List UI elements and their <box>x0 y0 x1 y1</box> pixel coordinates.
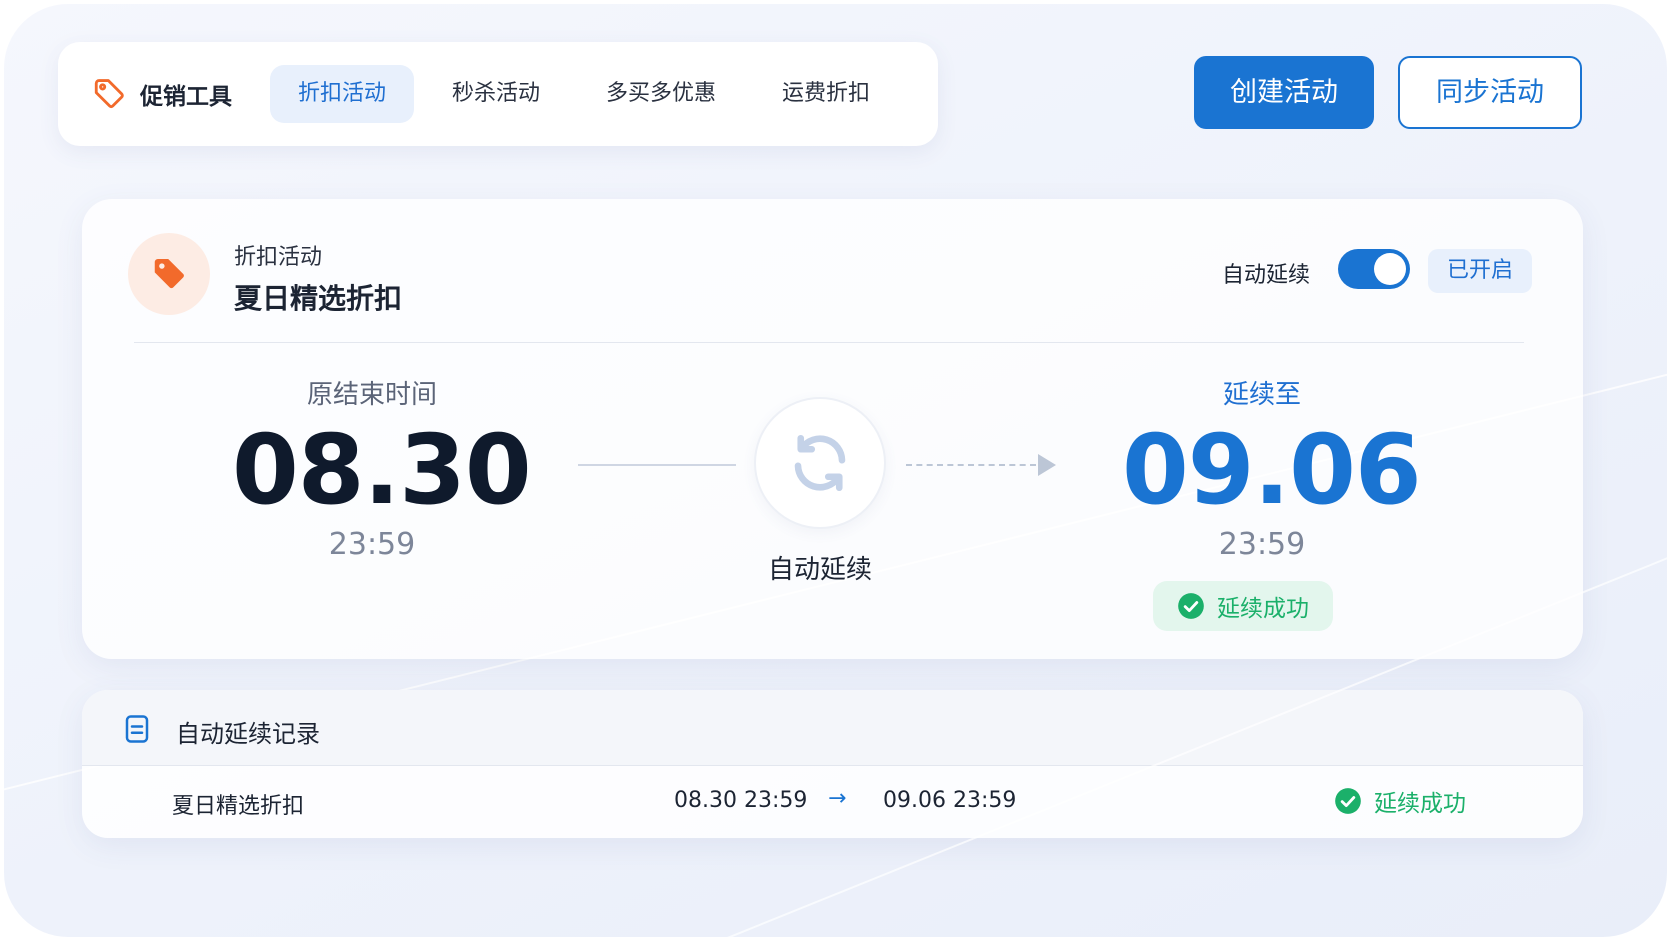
original-end-time: 原结束时间 08.30 23:59 <box>232 374 532 562</box>
toggle-knob <box>1374 253 1406 285</box>
activity-avatar <box>128 233 210 315</box>
promo-tools-nav: 促销工具 折扣活动 秒杀活动 多买多优惠 运费折扣 <box>58 42 938 146</box>
sync-activity-button[interactable]: 同步活动 <box>1398 56 1582 129</box>
connector-dashed-line <box>906 464 1036 466</box>
tab-discount[interactable]: 折扣活动 <box>270 65 415 123</box>
activity-name: 夏日精选折扣 <box>234 282 403 315</box>
nav-brand: 促销工具 <box>140 84 232 110</box>
auto-extend-center-label: 自动延续 <box>767 555 872 585</box>
table-row: 夏日精选折扣 08.30 23:59 → 09.06 23:59 延续成功 <box>82 766 1583 838</box>
tab-multi-buy[interactable]: 多买多优惠 <box>578 65 744 123</box>
original-end-label: 原结束时间 <box>306 380 437 410</box>
connector-line <box>578 464 736 466</box>
record-from-time: 08.30 23:59 <box>674 788 808 813</box>
activity-type: 折扣活动 <box>234 245 323 270</box>
record-status-text: 延续成功 <box>1374 791 1466 817</box>
original-end-date: 08.30 <box>232 414 532 526</box>
tag-icon <box>94 79 124 109</box>
extended-end-time: 延续至 09.06 23:59 <box>1122 374 1422 562</box>
record-activity-name: 夏日精选折扣 <box>172 794 305 819</box>
card-divider <box>134 342 1524 343</box>
price-tag-icon <box>154 258 184 289</box>
record-to-time: 09.06 23:59 <box>883 788 1017 813</box>
extend-success-text: 延续成功 <box>1217 596 1309 622</box>
tab-shipping-discount[interactable]: 运费折扣 <box>754 65 898 123</box>
check-circle-icon <box>1178 593 1204 619</box>
refresh-icon <box>794 434 846 492</box>
tab-flash-sale[interactable]: 秒杀活动 <box>424 65 568 123</box>
record-title: 自动延续记录 <box>176 720 320 748</box>
status-badge: 已开启 <box>1428 249 1532 293</box>
extended-label: 延续至 <box>1222 380 1301 410</box>
extended-date: 09.06 <box>1122 414 1422 526</box>
app-frame: 促销工具 折扣活动 秒杀活动 多买多优惠 运费折扣 创建活动 同步活动 折扣活动… <box>4 4 1667 937</box>
record-status: 延续成功 <box>1334 784 1466 818</box>
create-activity-button[interactable]: 创建活动 <box>1194 56 1374 129</box>
arrow-right-icon <box>1038 454 1056 476</box>
check-circle-icon <box>1335 788 1361 814</box>
extend-record-card: 自动延续记录 夏日精选折扣 08.30 23:59 → 09.06 23:59 … <box>82 690 1583 838</box>
record-arrow: → <box>828 786 847 811</box>
original-end-time-value: 23:59 <box>328 527 416 562</box>
auto-extend-label: 自动延续 <box>1222 263 1311 288</box>
sync-circle <box>754 397 886 529</box>
extend-success-badge: 延续成功 <box>1153 581 1333 631</box>
activity-card: 折扣活动 夏日精选折扣 自动延续 已开启 原结束时间 08.30 23:59 自… <box>82 199 1583 659</box>
document-icon <box>125 715 149 743</box>
auto-extend-toggle[interactable] <box>1338 249 1410 289</box>
extended-time-value: 23:59 <box>1218 527 1306 562</box>
record-header: 自动延续记录 <box>82 690 1583 766</box>
